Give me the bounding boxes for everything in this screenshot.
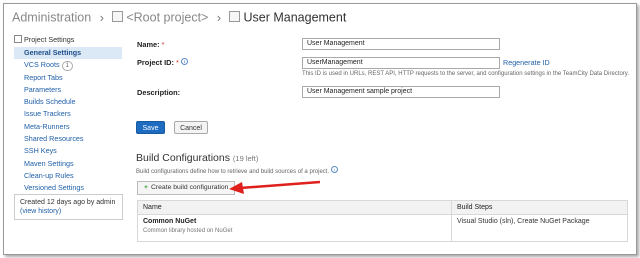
chevron-right-icon: › <box>216 10 221 25</box>
build-config-description: Common library hosted on NuGet <box>143 228 233 234</box>
sidebar-item-ssh-keys[interactable]: SSH Keys <box>14 145 122 157</box>
sidebar: Project Settings General Settings VCS Ro… <box>14 34 122 195</box>
column-divider <box>451 201 452 241</box>
sidebar-item-meta-runners[interactable]: Meta-Runners <box>14 121 122 133</box>
build-configurations-hint: Build configurations define how to retri… <box>136 166 339 175</box>
build-configurations-count: (19 left) <box>232 154 259 163</box>
project-id-label: Project ID: * i <box>137 58 188 67</box>
sidebar-item-builds-schedule[interactable]: Builds Schedule <box>14 96 122 108</box>
plus-icon: + <box>144 184 148 191</box>
sidebar-item-maven-settings[interactable]: Maven Settings <box>14 158 122 170</box>
name-input[interactable]: User Management <box>302 38 500 50</box>
project-id-input[interactable]: UserManagement <box>302 57 500 69</box>
build-config-name[interactable]: Common NuGet <box>143 218 196 225</box>
breadcrumb-root-project[interactable]: <Root project> <box>126 11 208 25</box>
name-label: Name: * <box>137 40 165 49</box>
project-icon <box>229 11 241 23</box>
breadcrumb: Administration › <Root project> › User M… <box>12 10 346 25</box>
view-history-link[interactable]: (view history) <box>20 208 61 215</box>
save-button[interactable]: Save <box>136 121 165 134</box>
build-configurations-heading: Build Configurations (19 left) <box>136 152 259 164</box>
info-icon[interactable]: i <box>331 166 339 173</box>
project-id-hint: This ID is used in URLs, REST API, HTTP … <box>302 71 630 77</box>
description-label: Description: <box>137 88 181 97</box>
info-icon[interactable]: i <box>180 58 188 65</box>
sidebar-item-versioned-settings[interactable]: Versioned Settings <box>14 182 122 194</box>
column-build-steps-header: Build Steps <box>457 204 493 211</box>
description-input[interactable]: User Management sample project <box>302 86 500 98</box>
count-badge: 1 <box>61 61 73 72</box>
table-header <box>138 201 627 215</box>
project-settings-icon <box>14 35 22 43</box>
sidebar-item-issue-trackers[interactable]: Issue Trackers <box>14 108 122 120</box>
build-configurations-table: Name Build Steps Common NuGet Common lib… <box>137 200 628 242</box>
sidebar-heading: Project Settings <box>14 34 122 44</box>
chevron-right-icon: › <box>99 10 104 25</box>
breadcrumb-administration[interactable]: Administration <box>12 11 91 25</box>
sidebar-item-parameters[interactable]: Parameters <box>14 84 122 96</box>
build-config-steps[interactable]: Visual Studio (sln), Create NuGet Packag… <box>457 218 590 225</box>
sidebar-item-report-tabs[interactable]: Report Tabs <box>14 72 122 84</box>
breadcrumb-current: User Management <box>243 10 347 25</box>
sidebar-item-general-settings[interactable]: General Settings <box>14 47 122 60</box>
create-build-configuration-button[interactable]: + Create build configuration <box>137 181 236 195</box>
created-text: Created 12 days ago by admin <box>20 199 116 206</box>
column-name-header: Name <box>143 204 162 211</box>
regenerate-id-link[interactable]: Regenerate ID <box>503 58 550 67</box>
sidebar-item-clean-up-rules[interactable]: Clean-up Rules <box>14 170 122 182</box>
cancel-button[interactable]: Cancel <box>174 121 208 134</box>
project-icon <box>112 11 124 23</box>
sidebar-item-vcs-roots[interactable]: VCS Roots 1 <box>14 59 122 72</box>
sidebar-item-shared-resources[interactable]: Shared Resources <box>14 133 122 145</box>
created-info: Created 12 days ago by admin (view histo… <box>14 194 123 220</box>
